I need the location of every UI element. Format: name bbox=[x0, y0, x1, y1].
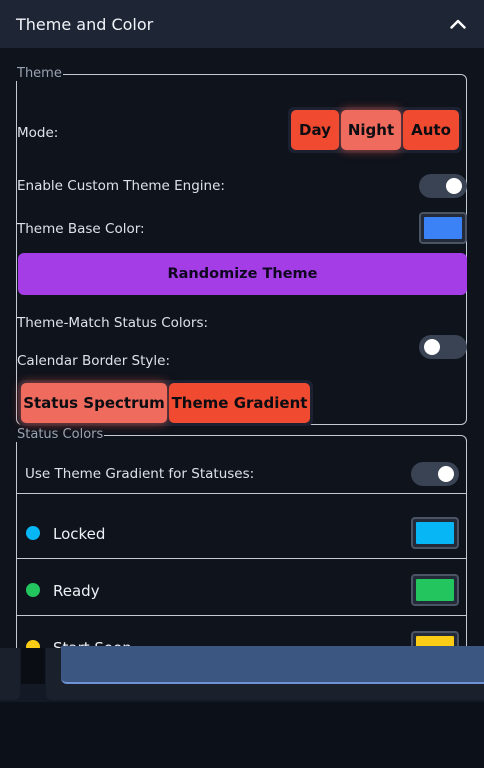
mode-day-button[interactable]: Day bbox=[291, 110, 339, 150]
section-title: Theme and Color bbox=[16, 14, 154, 34]
base-color-label: Theme Base Color: bbox=[17, 221, 145, 237]
ready-status-dot bbox=[26, 583, 40, 597]
ready-status-name: Ready bbox=[53, 582, 100, 600]
custom-engine-toggle[interactable] bbox=[419, 174, 467, 198]
mode-night-button[interactable]: Night bbox=[341, 110, 401, 150]
mode-label: Mode: bbox=[17, 125, 59, 141]
locked-color-swatch bbox=[416, 522, 454, 544]
randomize-theme-button[interactable]: Randomize Theme bbox=[18, 253, 467, 295]
mode-auto-button[interactable]: Auto bbox=[403, 110, 459, 150]
locked-color-picker[interactable] bbox=[411, 517, 459, 549]
locked-status-name: Locked bbox=[53, 525, 106, 543]
toggle-knob bbox=[438, 466, 454, 482]
calendar-border-label: Calendar Border Style: bbox=[17, 353, 171, 369]
base-color-picker[interactable] bbox=[419, 212, 467, 244]
bottom-tab-left[interactable] bbox=[0, 648, 20, 700]
divider bbox=[17, 615, 466, 616]
divider bbox=[17, 493, 466, 494]
calendar-border-segmented-control: Status Spectrum Theme Gradient bbox=[18, 380, 313, 426]
locked-status-dot bbox=[26, 526, 40, 540]
bottom-tab-gap bbox=[21, 648, 45, 684]
match-status-label: Theme-Match Status Colors: bbox=[17, 315, 209, 331]
bottom-active-bar[interactable] bbox=[61, 646, 484, 684]
toggle-knob bbox=[424, 339, 440, 355]
custom-engine-label: Enable Custom Theme Engine: bbox=[17, 178, 225, 194]
ready-color-swatch bbox=[416, 579, 454, 601]
theme-gradient-button[interactable]: Theme Gradient bbox=[169, 383, 310, 423]
section-header[interactable]: Theme and Color bbox=[0, 0, 484, 48]
theme-group: Theme Mode: Day Night Auto Enable Custom… bbox=[16, 66, 467, 426]
mode-segmented-control: Day Night Auto bbox=[288, 107, 462, 153]
toggle-knob bbox=[446, 178, 462, 194]
use-gradient-label: Use Theme Gradient for Statuses: bbox=[25, 466, 255, 482]
chevron-up-icon[interactable] bbox=[448, 14, 468, 34]
divider bbox=[17, 558, 466, 559]
status-spectrum-button[interactable]: Status Spectrum bbox=[21, 383, 167, 423]
ready-color-picker[interactable] bbox=[411, 574, 459, 606]
status-colors-legend: Status Colors bbox=[17, 427, 104, 442]
base-color-swatch bbox=[424, 217, 462, 239]
use-gradient-toggle[interactable] bbox=[411, 462, 459, 486]
theme-legend: Theme bbox=[17, 66, 62, 81]
match-status-toggle[interactable] bbox=[419, 335, 467, 359]
